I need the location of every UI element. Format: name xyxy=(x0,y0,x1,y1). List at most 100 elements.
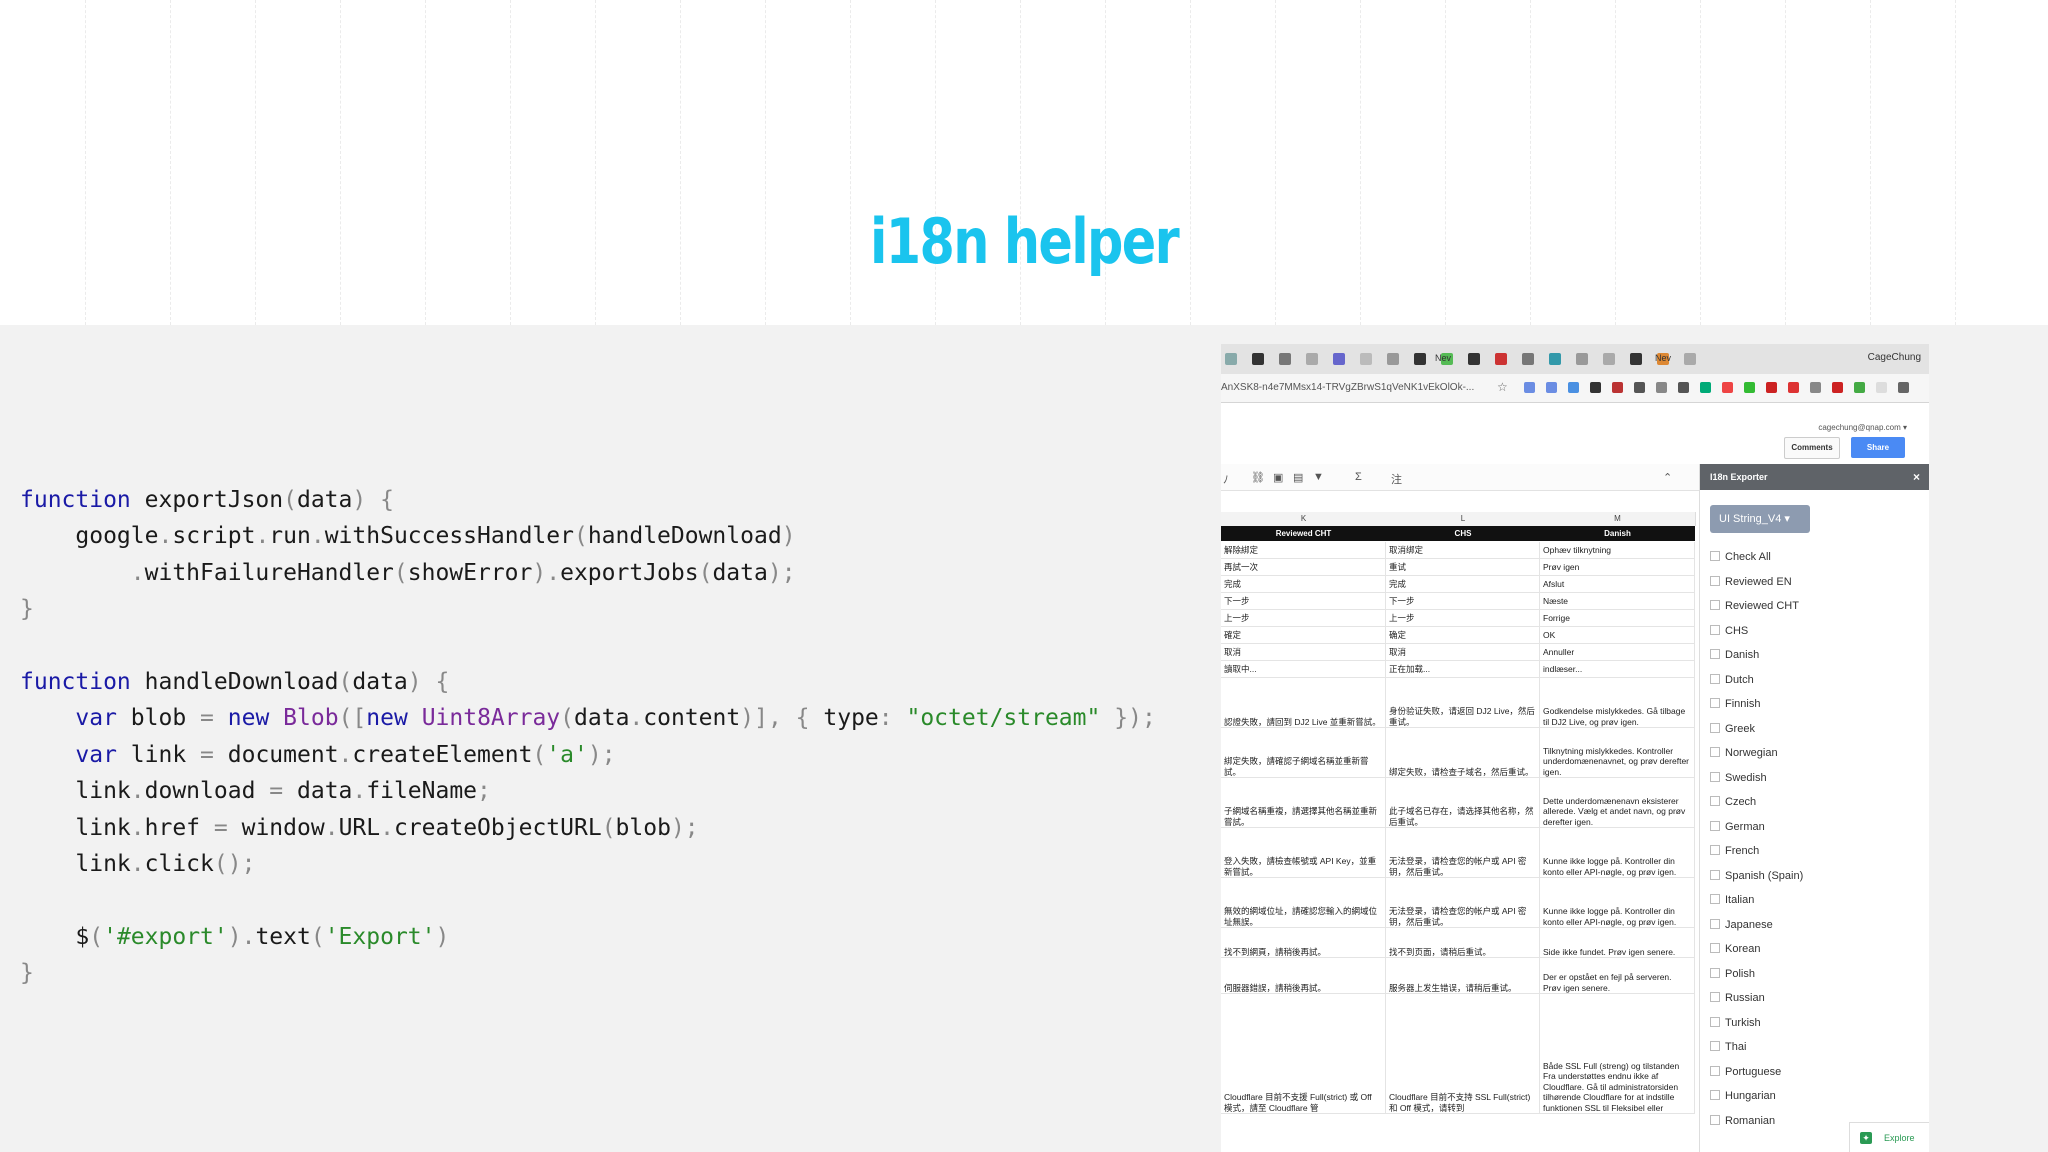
column-header-1[interactable]: CHS xyxy=(1386,526,1540,541)
sheet-cell[interactable]: 找不到页面，请稍后重试。 xyxy=(1386,928,1540,958)
checkbox[interactable] xyxy=(1710,967,1720,978)
language-checkbox-option[interactable]: CHS xyxy=(1710,622,1748,640)
checkbox[interactable] xyxy=(1710,992,1720,1002)
sheet-cell[interactable]: Side ikke fundet. Prøv igen senere. xyxy=(1540,928,1695,958)
checkbox[interactable] xyxy=(1710,1065,1720,1076)
close-icon[interactable]: × xyxy=(1913,464,1920,490)
link-icon[interactable]: ⛓ xyxy=(1251,471,1265,484)
sheet-cell[interactable]: Kunne ikke logge på. Kontroller din kont… xyxy=(1540,828,1695,878)
browser-extension-icon[interactable] xyxy=(1590,382,1601,393)
account-email[interactable]: cagechung@qnap.com ▾ xyxy=(1818,423,1907,432)
browser-extension-icon[interactable] xyxy=(1568,382,1579,393)
sheet-cell[interactable]: 讀取中... xyxy=(1221,661,1386,678)
browser-tab-favicon-icon[interactable] xyxy=(1549,353,1561,365)
language-checkbox-option[interactable]: Polish xyxy=(1710,965,1755,983)
browser-extension-icon[interactable] xyxy=(1788,382,1799,393)
sheet-cell[interactable]: Cloudflare 目前不支援 Full(strict) 或 Off 模式，請… xyxy=(1221,994,1386,1114)
browser-tab-favicon-icon[interactable] xyxy=(1495,353,1507,365)
language-checkbox-option[interactable]: Greek xyxy=(1710,720,1755,738)
sheet-cell[interactable]: 登入失敗，請檢查帳號或 API Key，並重新嘗試。 xyxy=(1221,828,1386,878)
browser-extension-icon[interactable] xyxy=(1876,382,1887,393)
browser-tab-favicon-icon[interactable] xyxy=(1414,353,1426,365)
sheet-cell[interactable]: Annuller xyxy=(1540,644,1695,661)
browser-tab-label[interactable]: Nev xyxy=(1435,353,1451,363)
sheet-cell[interactable]: Tilknytning mislykkedes. Kontroller unde… xyxy=(1540,728,1695,778)
checkbox[interactable] xyxy=(1710,918,1720,929)
checkbox[interactable] xyxy=(1710,649,1720,659)
language-checkbox-option[interactable]: Italian xyxy=(1710,891,1754,909)
browser-extension-icon[interactable] xyxy=(1810,382,1821,393)
browser-tab-favicon-icon[interactable] xyxy=(1684,353,1696,365)
checkbox[interactable] xyxy=(1710,698,1720,708)
checkbox[interactable] xyxy=(1710,820,1720,831)
browser-tab-favicon-icon[interactable] xyxy=(1360,353,1372,365)
checkbox[interactable] xyxy=(1710,796,1720,806)
sheet-cell[interactable]: 此子域名已存在，请选择其他名称，然后重试。 xyxy=(1386,778,1540,828)
language-checkbox-option[interactable]: Swedish xyxy=(1710,769,1767,787)
checkbox[interactable] xyxy=(1710,673,1720,684)
checkbox[interactable] xyxy=(1710,1090,1720,1100)
browser-tab-label[interactable]: Nev xyxy=(1655,353,1671,363)
chart-icon[interactable]: ▤ xyxy=(1293,471,1303,484)
sheet-cell[interactable]: 服务器上发生错误，请稍后重试。 xyxy=(1386,958,1540,994)
sheet-cell[interactable]: Forrige xyxy=(1540,610,1695,627)
sheet-cell[interactable]: 身份验证失败，请返回 DJ2 Live，然后重试。 xyxy=(1386,678,1540,728)
share-button[interactable]: Share xyxy=(1851,437,1905,458)
sheet-cell[interactable]: 上一步 xyxy=(1221,610,1386,627)
sheet-select-dropdown[interactable]: UI String_V4 ▾ xyxy=(1710,505,1810,533)
sheet-cell[interactable]: 确定 xyxy=(1386,627,1540,644)
browser-extension-icon[interactable] xyxy=(1766,382,1777,393)
browser-tab-favicon-icon[interactable] xyxy=(1333,353,1345,365)
browser-tab-favicon-icon[interactable] xyxy=(1522,353,1534,365)
checkbox[interactable] xyxy=(1710,575,1720,586)
sheet-cell[interactable]: 下一步 xyxy=(1221,593,1386,610)
checkbox[interactable] xyxy=(1710,1016,1720,1027)
browser-tab-favicon-icon[interactable] xyxy=(1387,353,1399,365)
browser-extension-icon[interactable] xyxy=(1832,382,1843,393)
sheet-cell[interactable]: 伺服器錯誤，請稍後再試。 xyxy=(1221,958,1386,994)
language-checkbox-option[interactable]: Japanese xyxy=(1710,916,1773,934)
sheet-cell[interactable]: Prøv igen xyxy=(1540,559,1695,576)
sheet-cell[interactable]: 正在加载... xyxy=(1386,661,1540,678)
sheet-cell[interactable]: 再試一次 xyxy=(1221,559,1386,576)
checkbox[interactable] xyxy=(1710,771,1720,782)
sum-icon[interactable]: Σ xyxy=(1355,471,1362,483)
browser-extension-icon[interactable] xyxy=(1546,382,1557,393)
sheet-cell[interactable]: 認證失敗，請回到 DJ2 Live 並重新嘗試。 xyxy=(1221,678,1386,728)
browser-tab-favicon-icon[interactable] xyxy=(1468,353,1480,365)
comments-button[interactable]: Comments xyxy=(1784,437,1840,459)
language-checkbox-option[interactable]: Thai xyxy=(1710,1038,1746,1056)
bookmark-star-icon[interactable]: ☆ xyxy=(1497,380,1508,394)
comment-icon[interactable]: ▣ xyxy=(1273,471,1283,484)
browser-tab-favicon-icon[interactable] xyxy=(1603,353,1615,365)
column-letter-header[interactable]: L xyxy=(1386,512,1541,526)
language-checkbox-option[interactable]: Turkish xyxy=(1710,1014,1761,1032)
checkbox[interactable] xyxy=(1710,869,1720,880)
column-header-0[interactable]: Reviewed CHT xyxy=(1221,526,1386,541)
browser-profile-name[interactable]: CageChung xyxy=(1868,352,1921,363)
sheet-cell[interactable]: 完成 xyxy=(1221,576,1386,593)
browser-extension-icon[interactable] xyxy=(1634,382,1645,393)
sheet-cell[interactable]: indlæser... xyxy=(1540,661,1695,678)
column-letter-header[interactable]: M xyxy=(1540,512,1696,526)
sheet-cell[interactable]: Der er opstået en fejl på serveren. Prøv… xyxy=(1540,958,1695,994)
browser-tab-favicon-icon[interactable] xyxy=(1252,353,1264,365)
sheet-cell[interactable]: Afslut xyxy=(1540,576,1695,593)
sheet-cell[interactable]: 取消 xyxy=(1221,644,1386,661)
sheet-cell[interactable]: 完成 xyxy=(1386,576,1540,593)
language-checkbox-option[interactable]: Spanish (Spain) xyxy=(1710,867,1803,885)
language-checkbox-option[interactable]: German xyxy=(1710,818,1765,836)
sheet-cell[interactable]: Ophæv tilknytning xyxy=(1540,542,1695,559)
sheet-cell[interactable]: 下一步 xyxy=(1386,593,1540,610)
language-checkbox-option[interactable]: Czech xyxy=(1710,793,1756,811)
collapse-icon[interactable]: ⌃ xyxy=(1663,471,1672,484)
browser-extension-icon[interactable] xyxy=(1656,382,1667,393)
browser-extension-icon[interactable] xyxy=(1898,382,1909,393)
browser-tab-favicon-icon[interactable] xyxy=(1630,353,1642,365)
browser-extension-icon[interactable] xyxy=(1524,382,1535,393)
browser-tab-favicon-icon[interactable] xyxy=(1225,353,1237,365)
language-checkbox-option[interactable]: Hungarian xyxy=(1710,1087,1776,1105)
checkbox[interactable] xyxy=(1710,600,1720,610)
sheet-cell[interactable]: 无法登录，请检查您的帐户或 API 密钥，然后重试。 xyxy=(1386,828,1540,878)
filter-icon[interactable]: ▼ xyxy=(1313,471,1324,483)
